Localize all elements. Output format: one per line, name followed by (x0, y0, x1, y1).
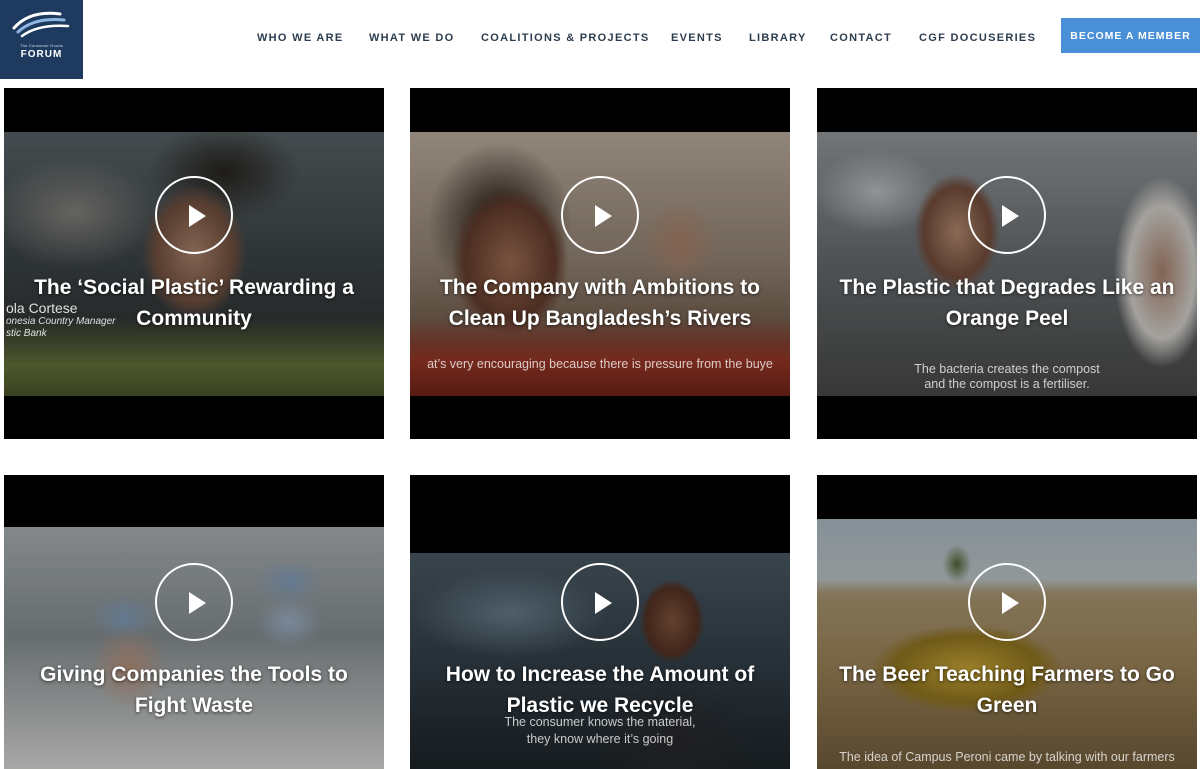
play-icon[interactable] (155, 176, 233, 254)
video-subtitle: at’s very encouraging because there is p… (427, 357, 773, 371)
video-subtitle: The consumer knows the material, (504, 715, 696, 729)
video-card-bangladesh-rivers[interactable]: The Company with Ambitions to Clean Up B… (410, 88, 790, 439)
video-card-fight-waste[interactable]: Giving Companies the Tools to Fight Wast… (4, 475, 384, 769)
nav-library[interactable]: LIBRARY (749, 31, 807, 45)
video-title[interactable]: The Plastic that Degrades Like an Orange… (827, 272, 1187, 334)
play-icon[interactable] (968, 563, 1046, 641)
video-title[interactable]: The ‘Social Plastic’ Rewarding a Communi… (14, 272, 374, 334)
play-icon[interactable] (968, 176, 1046, 254)
logo-swoosh-icon (12, 11, 70, 38)
video-title[interactable]: Giving Companies the Tools to Fight Wast… (14, 659, 374, 721)
video-subtitle: The bacteria creates the compost (914, 362, 1100, 376)
nav-coalitions-projects[interactable]: COALITIONS & PROJECTS (481, 31, 649, 45)
video-title[interactable]: The Beer Teaching Farmers to Go Green (827, 659, 1187, 721)
video-card-recycle-plastic[interactable]: How to Increase the Amount of Plastic we… (410, 475, 790, 769)
cgf-logo[interactable]: The Consumer Goods FORUM (0, 0, 83, 79)
logo-wordmark: FORUM (20, 49, 63, 60)
thumbnail-overlay (817, 132, 1197, 396)
video-subtitle-line2: they know where it’s going (526, 732, 674, 746)
play-icon[interactable] (155, 563, 233, 641)
video-card-social-plastic[interactable]: ola Cortese onesia Country Manager stic … (4, 88, 384, 439)
video-title[interactable]: How to Increase the Amount of Plastic we… (420, 659, 780, 721)
video-subtitle-line2: and the compost is a fertiliser. (924, 377, 1090, 391)
video-title[interactable]: The Company with Ambitions to Clean Up B… (420, 272, 780, 334)
thumbnail-overlay (817, 519, 1197, 769)
video-subtitle: The idea of Campus Peroni came by talkin… (839, 750, 1175, 764)
site-header: The Consumer Goods FORUM WHO WE ARE WHAT… (0, 0, 1200, 80)
become-member-button[interactable]: BECOME A MEMBER (1061, 18, 1200, 53)
play-icon[interactable] (561, 563, 639, 641)
thumbnail-overlay (4, 132, 384, 396)
video-card-beer-farmers[interactable]: The Beer Teaching Farmers to Go Green Th… (817, 475, 1197, 769)
nav-contact[interactable]: CONTACT (830, 31, 892, 45)
nav-who-we-are[interactable]: WHO WE ARE (257, 31, 344, 45)
video-card-orange-peel[interactable]: The Plastic that Degrades Like an Orange… (817, 88, 1197, 439)
nav-what-we-do[interactable]: WHAT WE DO (369, 31, 455, 45)
nav-cgf-docuseries[interactable]: CGF DOCUSERIES (919, 31, 1036, 45)
logo-tagline: The Consumer Goods (20, 43, 63, 48)
play-icon[interactable] (561, 176, 639, 254)
nav-events[interactable]: EVENTS (671, 31, 723, 45)
